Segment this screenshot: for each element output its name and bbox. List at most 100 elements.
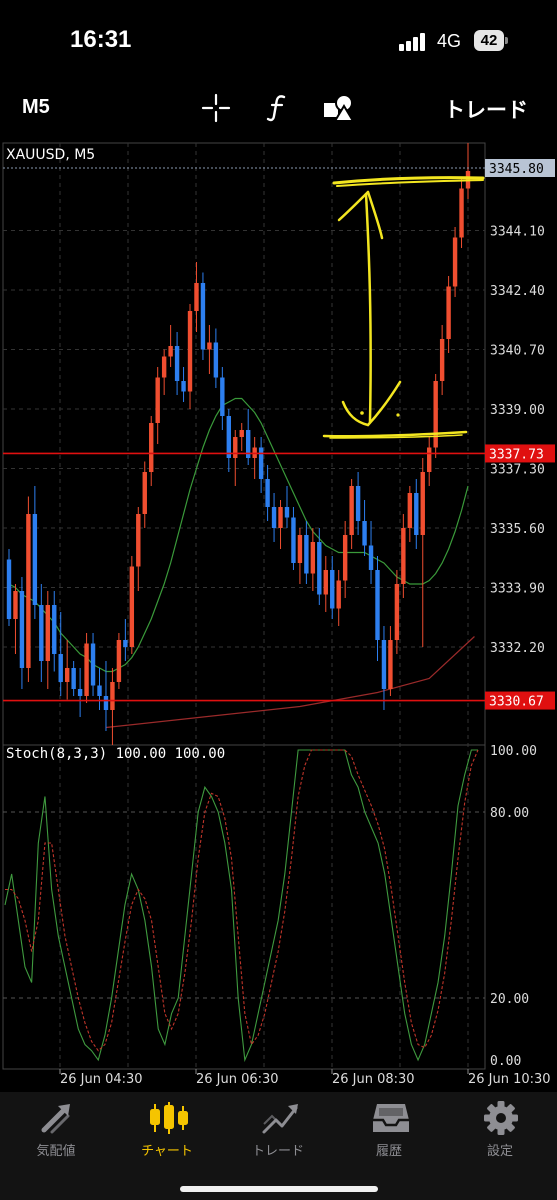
- history-inbox-icon: [373, 1104, 409, 1132]
- timeframe-button[interactable]: M5: [22, 96, 50, 119]
- candle-body: [110, 682, 115, 710]
- candle-body: [420, 472, 425, 535]
- candle-body: [297, 535, 303, 563]
- candle-body: [116, 640, 122, 682]
- time-tick-label: 26 Jun 06:30: [196, 1072, 279, 1087]
- candle-body: [129, 566, 135, 647]
- candle-body: [84, 643, 89, 696]
- candle-body: [103, 696, 109, 710]
- objects-shapes-icon[interactable]: [322, 92, 356, 124]
- candle-body: [161, 356, 167, 378]
- candle-body: [200, 283, 206, 350]
- time-tick-label: 26 Jun 04:30: [60, 1072, 143, 1087]
- network-type: 4G: [437, 31, 462, 51]
- candle-body: [310, 542, 316, 574]
- candle-body: [77, 689, 83, 696]
- level-label: 3330.67: [489, 695, 544, 710]
- time-axis: 26 Jun 04:30 26 Jun 06:30 26 Jun 08:30 26 J…: [59, 1069, 551, 1087]
- price-tick-label: 3344.10: [490, 225, 545, 240]
- tab-settings[interactable]: 設定: [454, 1092, 546, 1172]
- candle-body: [414, 493, 419, 535]
- candle-body: [39, 605, 44, 661]
- price-tick-label: 3337.30: [490, 463, 545, 478]
- status-time: 16:31: [70, 26, 132, 53]
- battery-tip: [505, 37, 508, 44]
- candle-body: [330, 570, 335, 609]
- candle-body: [213, 342, 219, 378]
- tab-trade[interactable]: トレード: [232, 1092, 324, 1172]
- battery-icon: 42: [474, 30, 504, 51]
- home-indicator[interactable]: [180, 1186, 378, 1192]
- chart-area[interactable]: 3337.73 3330.67 3345.80 100.00 80.00 20.00 0.…: [0, 140, 557, 1092]
- quotes-arrows-icon: [41, 1104, 70, 1134]
- candle-body: [194, 283, 199, 311]
- candle-body: [71, 668, 76, 689]
- candle-body: [278, 507, 283, 528]
- bottom-tab-bar: 気配値 チャート トレード 履歴 設定: [0, 1092, 557, 1200]
- tab-quotes-label: 気配値: [36, 1144, 76, 1159]
- candle-body: [97, 685, 102, 696]
- candle-body: [388, 640, 393, 689]
- trade-button[interactable]: トレード: [444, 94, 528, 124]
- chart-toolbar: M5 トレード: [0, 88, 557, 128]
- candle-body: [226, 416, 232, 458]
- ma-green-line: [8, 397, 469, 673]
- candle-body: [284, 507, 290, 518]
- candle-body: [155, 377, 160, 423]
- indicator-function-icon[interactable]: [264, 92, 292, 124]
- candle-body: [187, 311, 193, 392]
- stoch-tick-label: 0.00: [490, 1054, 521, 1069]
- candle-body: [459, 188, 464, 238]
- level-lines[interactable]: 3337.73 3330.67 3345.80: [3, 159, 555, 710]
- symbol-label: XAUUSD, M5: [6, 147, 95, 163]
- candle-body: [317, 542, 322, 595]
- candle-body: [26, 514, 31, 668]
- candles: [6, 143, 471, 745]
- tab-history[interactable]: 履歴: [343, 1092, 435, 1172]
- tab-trade-label: トレード: [251, 1144, 304, 1159]
- candle-body: [168, 346, 173, 357]
- candle-body: [362, 521, 367, 546]
- candle-body: [446, 286, 451, 339]
- gear-icon: [484, 1101, 518, 1135]
- candle-body: [45, 605, 50, 661]
- stochastic-lines: 100.00 80.00 20.00 0.00: [3, 744, 537, 1069]
- crosshair-icon[interactable]: [200, 92, 232, 124]
- stoch-d-line: [5, 749, 479, 1052]
- candle-body: [142, 472, 147, 514]
- candle-body: [149, 423, 154, 472]
- candle-body: [181, 381, 186, 392]
- grid-lines: [3, 143, 485, 1069]
- stoch-tick-label: 80.00: [490, 806, 529, 821]
- candle-body: [349, 486, 354, 535]
- candle-body: [394, 584, 400, 640]
- price-tick-label: 3340.70: [490, 344, 545, 359]
- candlestick-chart-icon: [150, 1102, 188, 1134]
- price-tick-label: 3342.40: [490, 284, 545, 299]
- tab-chart[interactable]: チャート: [121, 1092, 213, 1172]
- candle-body: [6, 559, 12, 619]
- candle-body: [433, 381, 438, 448]
- candle-body: [323, 570, 328, 595]
- candle-body: [258, 447, 264, 479]
- status-bar: 16:31 4G 42: [0, 0, 557, 80]
- candle-body: [375, 570, 380, 640]
- stoch-frame: [2, 744, 486, 1070]
- candle-body: [32, 514, 38, 605]
- candle-body: [355, 486, 361, 521]
- level-label: 3337.73: [489, 447, 544, 462]
- candle-body: [239, 430, 244, 437]
- tab-settings-label: 設定: [486, 1144, 513, 1159]
- candle-body: [336, 580, 341, 609]
- tab-quotes[interactable]: 気配値: [10, 1092, 102, 1172]
- price-tick-label: 3339.00: [490, 403, 545, 418]
- candle-body: [136, 514, 141, 567]
- candle-body: [13, 591, 18, 619]
- price-chart[interactable]: 3337.73 3330.67 3345.80 100.00 80.00 20.00 0.…: [0, 140, 557, 1092]
- price-tick-label: 3335.60: [490, 522, 545, 537]
- tab-history-label: 履歴: [375, 1144, 402, 1159]
- candle-body: [58, 654, 63, 682]
- candle-body: [401, 528, 406, 584]
- stoch-tick-label: 20.00: [490, 992, 529, 1007]
- time-tick-label: 26 Jun 08:30: [332, 1072, 415, 1087]
